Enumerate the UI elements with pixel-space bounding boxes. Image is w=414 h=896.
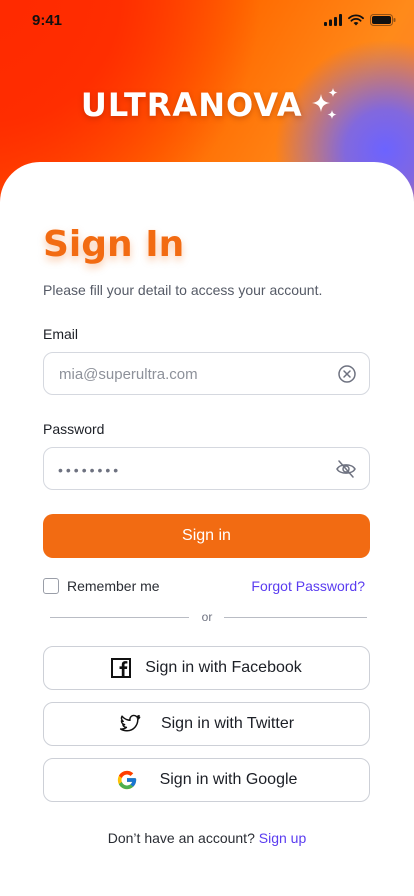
remember-me-label: Remember me bbox=[67, 578, 160, 594]
brand-logo: ULTRANOVA bbox=[0, 86, 414, 124]
sign-up-prompt: Don’t have an account? Sign up bbox=[0, 830, 414, 846]
checkbox-box[interactable] bbox=[43, 578, 59, 594]
email-input[interactable] bbox=[57, 353, 331, 396]
sparkles-icon bbox=[312, 88, 338, 119]
google-sign-in-button[interactable]: Sign in with Google bbox=[43, 758, 370, 802]
sign-in-button[interactable]: Sign in bbox=[43, 514, 370, 558]
page-subtitle: Please fill your detail to access your a… bbox=[43, 282, 323, 298]
status-bar: 9:41 bbox=[0, 0, 414, 44]
facebook-sign-in-label: Sign in with Facebook bbox=[145, 659, 302, 676]
status-time: 9:41 bbox=[32, 12, 63, 29]
twitter-sign-in-button[interactable]: Sign in with Twitter bbox=[43, 702, 370, 746]
password-masked-value[interactable]: •••••••• bbox=[58, 462, 121, 478]
remember-me-checkbox[interactable]: Remember me bbox=[43, 578, 160, 594]
wifi-icon bbox=[348, 14, 364, 26]
password-field[interactable]: •••••••• bbox=[43, 447, 370, 490]
password-label: Password bbox=[43, 421, 105, 437]
email-label: Email bbox=[43, 326, 79, 342]
twitter-icon bbox=[119, 714, 141, 732]
brand-wordmark: ULTRANOVA bbox=[80, 86, 303, 124]
google-sign-in-label: Sign in with Google bbox=[159, 771, 298, 788]
sign-up-prompt-text: Don’t have an account? bbox=[107, 830, 255, 846]
hide-password-icon[interactable] bbox=[335, 459, 357, 484]
twitter-sign-in-label: Sign in with Twitter bbox=[160, 715, 295, 732]
cellular-signal-icon bbox=[324, 14, 342, 26]
page-title: Sign In bbox=[43, 224, 185, 265]
sign-up-link[interactable]: Sign up bbox=[259, 830, 306, 846]
status-icons bbox=[324, 14, 396, 26]
forgot-password-link[interactable]: Forgot Password? bbox=[251, 578, 365, 594]
clear-icon[interactable] bbox=[337, 364, 357, 389]
google-icon bbox=[117, 770, 136, 790]
battery-icon bbox=[370, 14, 396, 26]
facebook-icon bbox=[111, 658, 132, 678]
facebook-sign-in-button[interactable]: Sign in with Facebook bbox=[43, 646, 370, 690]
divider-line-right bbox=[224, 617, 367, 618]
email-field[interactable] bbox=[43, 352, 370, 396]
